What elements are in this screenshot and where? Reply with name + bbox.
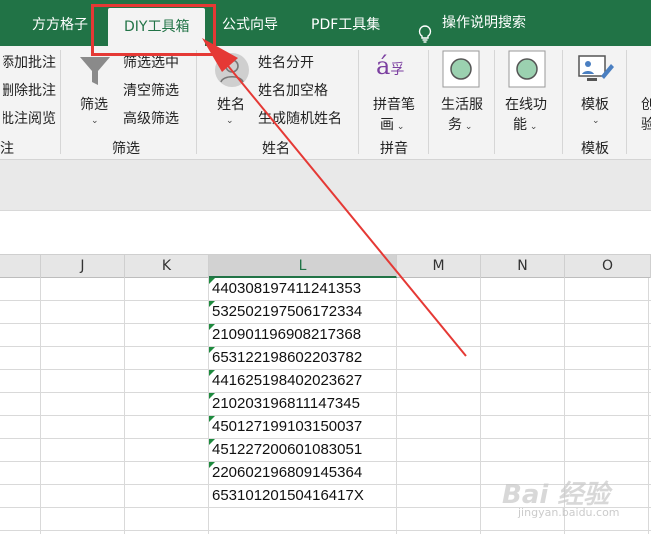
- annotation-arrow: [202, 38, 467, 357]
- watermark-url: jingyan.baidu.com: [518, 506, 620, 519]
